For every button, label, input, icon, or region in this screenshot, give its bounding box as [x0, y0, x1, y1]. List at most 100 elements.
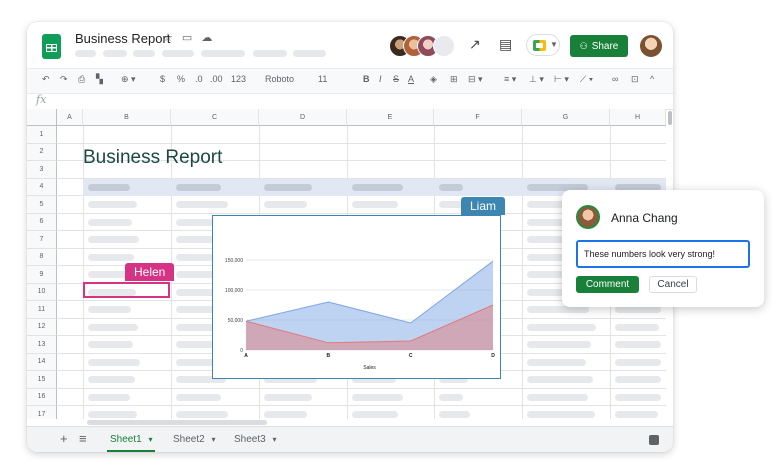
italic-icon[interactable]: I	[379, 74, 382, 84]
undo-icon[interactable]: ↶	[42, 74, 50, 85]
menu-item-insert[interactable]	[162, 50, 194, 57]
menu-item-file[interactable]	[75, 50, 96, 57]
percent-button[interactable]: %	[177, 74, 185, 84]
rotate-icon[interactable]: ⟋ ▾	[580, 74, 593, 85]
sheets-logo-icon[interactable]	[42, 34, 61, 59]
column-header[interactable]: G	[522, 109, 610, 126]
cell-placeholder	[88, 411, 137, 418]
share-button[interactable]: ⚇ Share	[570, 35, 628, 57]
menu-item-edit[interactable]	[103, 50, 127, 57]
add-sheet-icon[interactable]: +	[60, 431, 68, 446]
valign-icon[interactable]: ⊥ ▾	[529, 74, 544, 85]
cell-placeholder	[439, 411, 470, 418]
merge-icon[interactable]: ⊟ ▾	[468, 74, 483, 85]
row-header[interactable]: 10	[27, 283, 57, 301]
cell-placeholder	[264, 411, 307, 418]
menu-item-format[interactable]	[201, 50, 245, 57]
paint-format-icon[interactable]: ▚	[96, 74, 103, 85]
row-header[interactable]: 17	[27, 406, 57, 419]
column-header[interactable]: D	[259, 109, 347, 126]
row-header[interactable]: 4	[27, 178, 57, 196]
decrease-decimal-button[interactable]: .0	[195, 74, 203, 84]
print-icon[interactable]: ⎙	[78, 74, 85, 85]
currency-button[interactable]: $	[160, 74, 165, 84]
all-sheets-icon[interactable]: ≡	[79, 431, 87, 446]
fill-color-icon[interactable]: ◈	[430, 74, 437, 85]
font-size-select[interactable]: 11	[318, 74, 327, 84]
row-header[interactable]: 3	[27, 161, 57, 179]
row-header[interactable]: 7	[27, 231, 57, 249]
report-title[interactable]: Business Report	[83, 147, 222, 169]
cell-placeholder	[176, 393, 221, 401]
redo-icon[interactable]: ↷	[60, 74, 68, 85]
avatar-more[interactable]	[433, 35, 455, 57]
cell-placeholder	[88, 306, 131, 313]
collapse-toolbar-icon[interactable]: ^	[650, 74, 654, 84]
select-all-corner[interactable]	[27, 109, 57, 126]
row-header[interactable]: 1	[27, 126, 57, 144]
row-header[interactable]: 15	[27, 371, 57, 389]
row-header[interactable]: 14	[27, 353, 57, 371]
meet-button[interactable]: ▼	[526, 34, 560, 56]
borders-icon[interactable]: ⊞	[450, 74, 458, 85]
text-color-icon[interactable]: A	[408, 74, 414, 84]
insert-comment-icon[interactable]: ⊡	[631, 74, 639, 85]
column-header[interactable]: C	[171, 109, 259, 126]
row-header[interactable]: 16	[27, 388, 57, 406]
strikethrough-icon[interactable]: S	[393, 74, 399, 84]
menu-item-view[interactable]	[133, 50, 155, 57]
row-header[interactable]: 9	[27, 266, 57, 284]
column-header[interactable]: E	[347, 109, 434, 126]
align-icon[interactable]: ≡ ▾	[504, 74, 516, 85]
zoom-icon[interactable]: ⊕ ▾	[121, 74, 136, 85]
row-header[interactable]: 6	[27, 213, 57, 231]
column-header[interactable]: F	[434, 109, 522, 126]
x-axis-label: Sales	[363, 365, 376, 371]
scrollbar-thumb[interactable]	[668, 111, 672, 125]
cancel-button[interactable]: Cancel	[649, 276, 697, 293]
row-header[interactable]: 11	[27, 301, 57, 319]
row-header[interactable]: 8	[27, 248, 57, 266]
wrap-icon[interactable]: ⊢ ▾	[554, 74, 569, 85]
more-formats-button[interactable]: 123	[231, 74, 246, 84]
row-header[interactable]: 2	[27, 143, 57, 161]
horizontal-scrollbar[interactable]	[87, 420, 267, 425]
column-header[interactable]: A	[57, 109, 83, 126]
cell-placeholder	[88, 393, 130, 401]
column-header[interactable]: B	[83, 109, 171, 126]
link-icon[interactable]: ∞	[612, 74, 618, 84]
row-header[interactable]: 5	[27, 196, 57, 214]
star-folder-cloud-icons[interactable]: ☆ ▭ ☁	[163, 31, 215, 44]
helen-selected-cell	[83, 282, 170, 298]
cell-placeholder	[352, 411, 398, 418]
explore-icon[interactable]	[649, 435, 659, 445]
cell-placeholder	[615, 376, 661, 383]
comment-submit-button[interactable]: Comment	[576, 276, 639, 293]
increase-decimal-button[interactable]: .00	[210, 74, 223, 84]
column-header[interactable]: H	[610, 109, 666, 126]
cell-placeholder	[88, 358, 140, 366]
chevron-down-icon: ▾	[272, 435, 277, 444]
cell-placeholder	[615, 393, 661, 401]
tab-sheet3[interactable]: Sheet3 ▾	[234, 434, 277, 445]
area-chart[interactable]: 0 50,000 100,000 150,000 A B C D Sales	[212, 215, 501, 379]
formula-bar[interactable]: fx	[27, 93, 673, 110]
row-header[interactable]: 12	[27, 318, 57, 336]
bold-icon[interactable]: B	[363, 74, 370, 84]
comment-input[interactable]	[576, 240, 750, 268]
header-cell-placeholder	[88, 183, 130, 191]
y-tick-label: 0	[240, 348, 243, 354]
comment-icon[interactable]: ▤	[499, 36, 512, 53]
tab-sheet1[interactable]: Sheet1 ▾	[110, 434, 153, 445]
account-avatar[interactable]	[640, 35, 662, 57]
tab-sheet2[interactable]: Sheet2 ▾	[173, 434, 216, 445]
cell-placeholder	[615, 341, 661, 348]
font-select[interactable]: Roboto	[265, 74, 294, 84]
menu-item-tools[interactable]	[293, 50, 326, 57]
y-tick-label: 150,000	[225, 258, 243, 264]
menu-item-data[interactable]	[253, 50, 287, 57]
trending-icon[interactable]: ↗	[469, 36, 481, 53]
row-header[interactable]: 13	[27, 336, 57, 354]
document-title[interactable]: Business Report	[75, 31, 170, 46]
cell-placeholder	[527, 393, 588, 401]
